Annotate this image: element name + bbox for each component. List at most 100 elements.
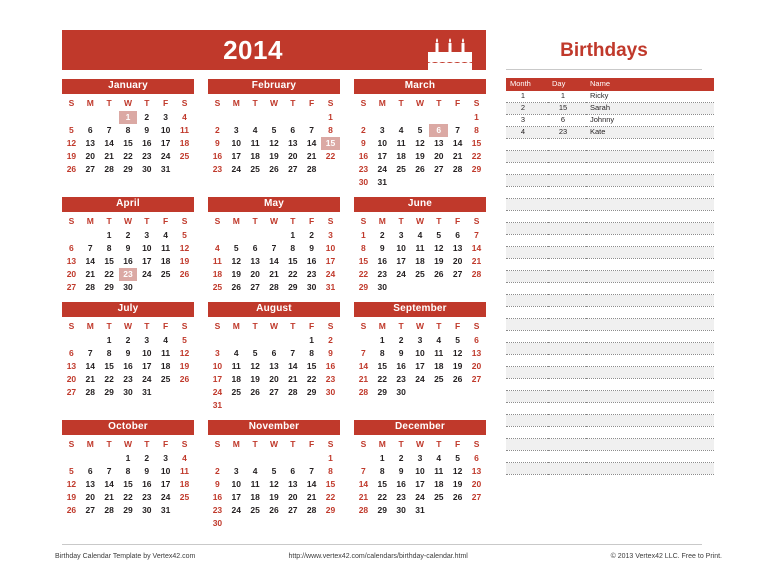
day-cell[interactable]: 7	[81, 242, 100, 255]
day-cell[interactable]: 11	[246, 137, 265, 150]
day-cell[interactable]: 19	[429, 255, 448, 268]
day-cell[interactable]: 20	[283, 491, 302, 504]
day-cell[interactable]: 17	[373, 150, 392, 163]
day-cell[interactable]: 14	[81, 360, 100, 373]
day-cell[interactable]: 30	[321, 386, 340, 399]
day-cell[interactable]: 23	[354, 163, 373, 176]
day-cell[interactable]: 9	[208, 478, 227, 491]
birthday-month-cell[interactable]	[506, 330, 548, 343]
day-cell[interactable]: 13	[467, 465, 486, 478]
day-cell[interactable]: 24	[227, 163, 246, 176]
day-cell[interactable]: 27	[467, 491, 486, 504]
day-cell[interactable]: 8	[119, 124, 138, 137]
birthday-row[interactable]: 1 1 Ricky	[506, 90, 714, 103]
day-cell[interactable]: 18	[411, 255, 430, 268]
day-cell[interactable]: 21	[354, 491, 373, 504]
day-cell[interactable]: 13	[283, 137, 302, 150]
day-cell[interactable]: 6	[81, 124, 100, 137]
day-cell[interactable]: 21	[467, 255, 486, 268]
day-cell[interactable]: 4	[175, 111, 194, 124]
day-cell[interactable]: 26	[448, 491, 467, 504]
birthday-day-cell[interactable]	[548, 198, 586, 211]
day-cell[interactable]: 30	[119, 281, 138, 294]
day-cell[interactable]: 30	[373, 281, 392, 294]
day-cell[interactable]: 16	[208, 491, 227, 504]
day-cell[interactable]: 24	[208, 386, 227, 399]
day-cell[interactable]: 13	[429, 137, 448, 150]
day-cell[interactable]: 1	[321, 452, 340, 465]
day-cell[interactable]: 10	[411, 465, 430, 478]
birthday-name-cell[interactable]	[586, 162, 714, 175]
birthday-month-cell[interactable]	[506, 342, 548, 355]
day-cell[interactable]: 6	[467, 334, 486, 347]
day-cell[interactable]: 24	[392, 268, 411, 281]
birthday-row-empty[interactable]	[506, 318, 714, 331]
day-cell[interactable]: 11	[429, 347, 448, 360]
day-cell[interactable]: 16	[392, 478, 411, 491]
day-cell[interactable]: 11	[175, 124, 194, 137]
day-cell[interactable]: 19	[175, 360, 194, 373]
day-cell[interactable]: 28	[302, 504, 321, 517]
birthday-month-cell[interactable]	[506, 318, 548, 331]
day-cell[interactable]: 7	[81, 347, 100, 360]
birthday-day-cell[interactable]: 1	[548, 90, 586, 103]
day-cell[interactable]: 29	[100, 281, 119, 294]
birthday-name-cell[interactable]	[586, 462, 714, 475]
day-cell[interactable]: 3	[227, 465, 246, 478]
day-cell[interactable]: 24	[137, 268, 156, 281]
day-cell[interactable]: 9	[321, 347, 340, 360]
day-cell[interactable]: 31	[373, 176, 392, 189]
day-cell[interactable]: 21	[283, 373, 302, 386]
day-cell[interactable]: 11	[392, 137, 411, 150]
day-cell[interactable]: 22	[321, 150, 340, 163]
birthday-row-empty[interactable]	[506, 438, 714, 451]
day-cell[interactable]: 13	[81, 137, 100, 150]
day-cell[interactable]: 24	[373, 163, 392, 176]
day-cell[interactable]: 14	[354, 478, 373, 491]
day-cell[interactable]: 12	[227, 255, 246, 268]
day-cell[interactable]: 7	[302, 465, 321, 478]
day-cell[interactable]: 1	[302, 334, 321, 347]
birthday-day-cell[interactable]	[548, 402, 586, 415]
day-cell[interactable]: 17	[208, 373, 227, 386]
day-cell[interactable]: 17	[156, 137, 175, 150]
birthday-month-cell[interactable]	[506, 222, 548, 235]
birthday-day-cell[interactable]	[548, 162, 586, 175]
birthday-day-cell[interactable]	[548, 366, 586, 379]
day-cell[interactable]: 31	[156, 504, 175, 517]
day-cell[interactable]: 28	[100, 504, 119, 517]
day-cell[interactable]: 4	[246, 465, 265, 478]
birthday-row-empty[interactable]	[506, 330, 714, 343]
birthday-row-empty[interactable]	[506, 210, 714, 223]
day-cell[interactable]: 6	[467, 452, 486, 465]
day-cell[interactable]: 15	[283, 255, 302, 268]
day-cell[interactable]: 21	[302, 150, 321, 163]
day-cell[interactable]: 10	[208, 360, 227, 373]
birthday-name-cell[interactable]	[586, 366, 714, 379]
day-cell[interactable]: 15	[119, 137, 138, 150]
birthday-month-cell[interactable]	[506, 378, 548, 391]
birthday-day-cell[interactable]	[548, 438, 586, 451]
day-cell[interactable]: 7	[467, 229, 486, 242]
day-cell[interactable]: 5	[175, 229, 194, 242]
birthday-day-cell[interactable]	[548, 378, 586, 391]
birthday-name-cell[interactable]	[586, 150, 714, 163]
day-cell[interactable]: 28	[81, 281, 100, 294]
day-cell[interactable]: 25	[208, 281, 227, 294]
day-cell[interactable]: 28	[100, 163, 119, 176]
day-cell[interactable]: 13	[81, 478, 100, 491]
day-cell[interactable]: 11	[411, 242, 430, 255]
birthday-day-cell[interactable]	[548, 210, 586, 223]
day-cell[interactable]: 8	[302, 347, 321, 360]
birthday-name-cell[interactable]	[586, 306, 714, 319]
birthday-month-cell[interactable]	[506, 438, 548, 451]
day-cell[interactable]: 17	[137, 255, 156, 268]
birthday-name-cell[interactable]: Kate	[586, 126, 714, 139]
day-cell[interactable]: 10	[156, 124, 175, 137]
birthday-day-cell[interactable]	[548, 390, 586, 403]
day-cell[interactable]: 2	[119, 229, 138, 242]
day-cell[interactable]: 21	[100, 491, 119, 504]
day-cell[interactable]: 10	[227, 478, 246, 491]
day-cell[interactable]: 28	[467, 268, 486, 281]
day-cell[interactable]: 12	[429, 242, 448, 255]
